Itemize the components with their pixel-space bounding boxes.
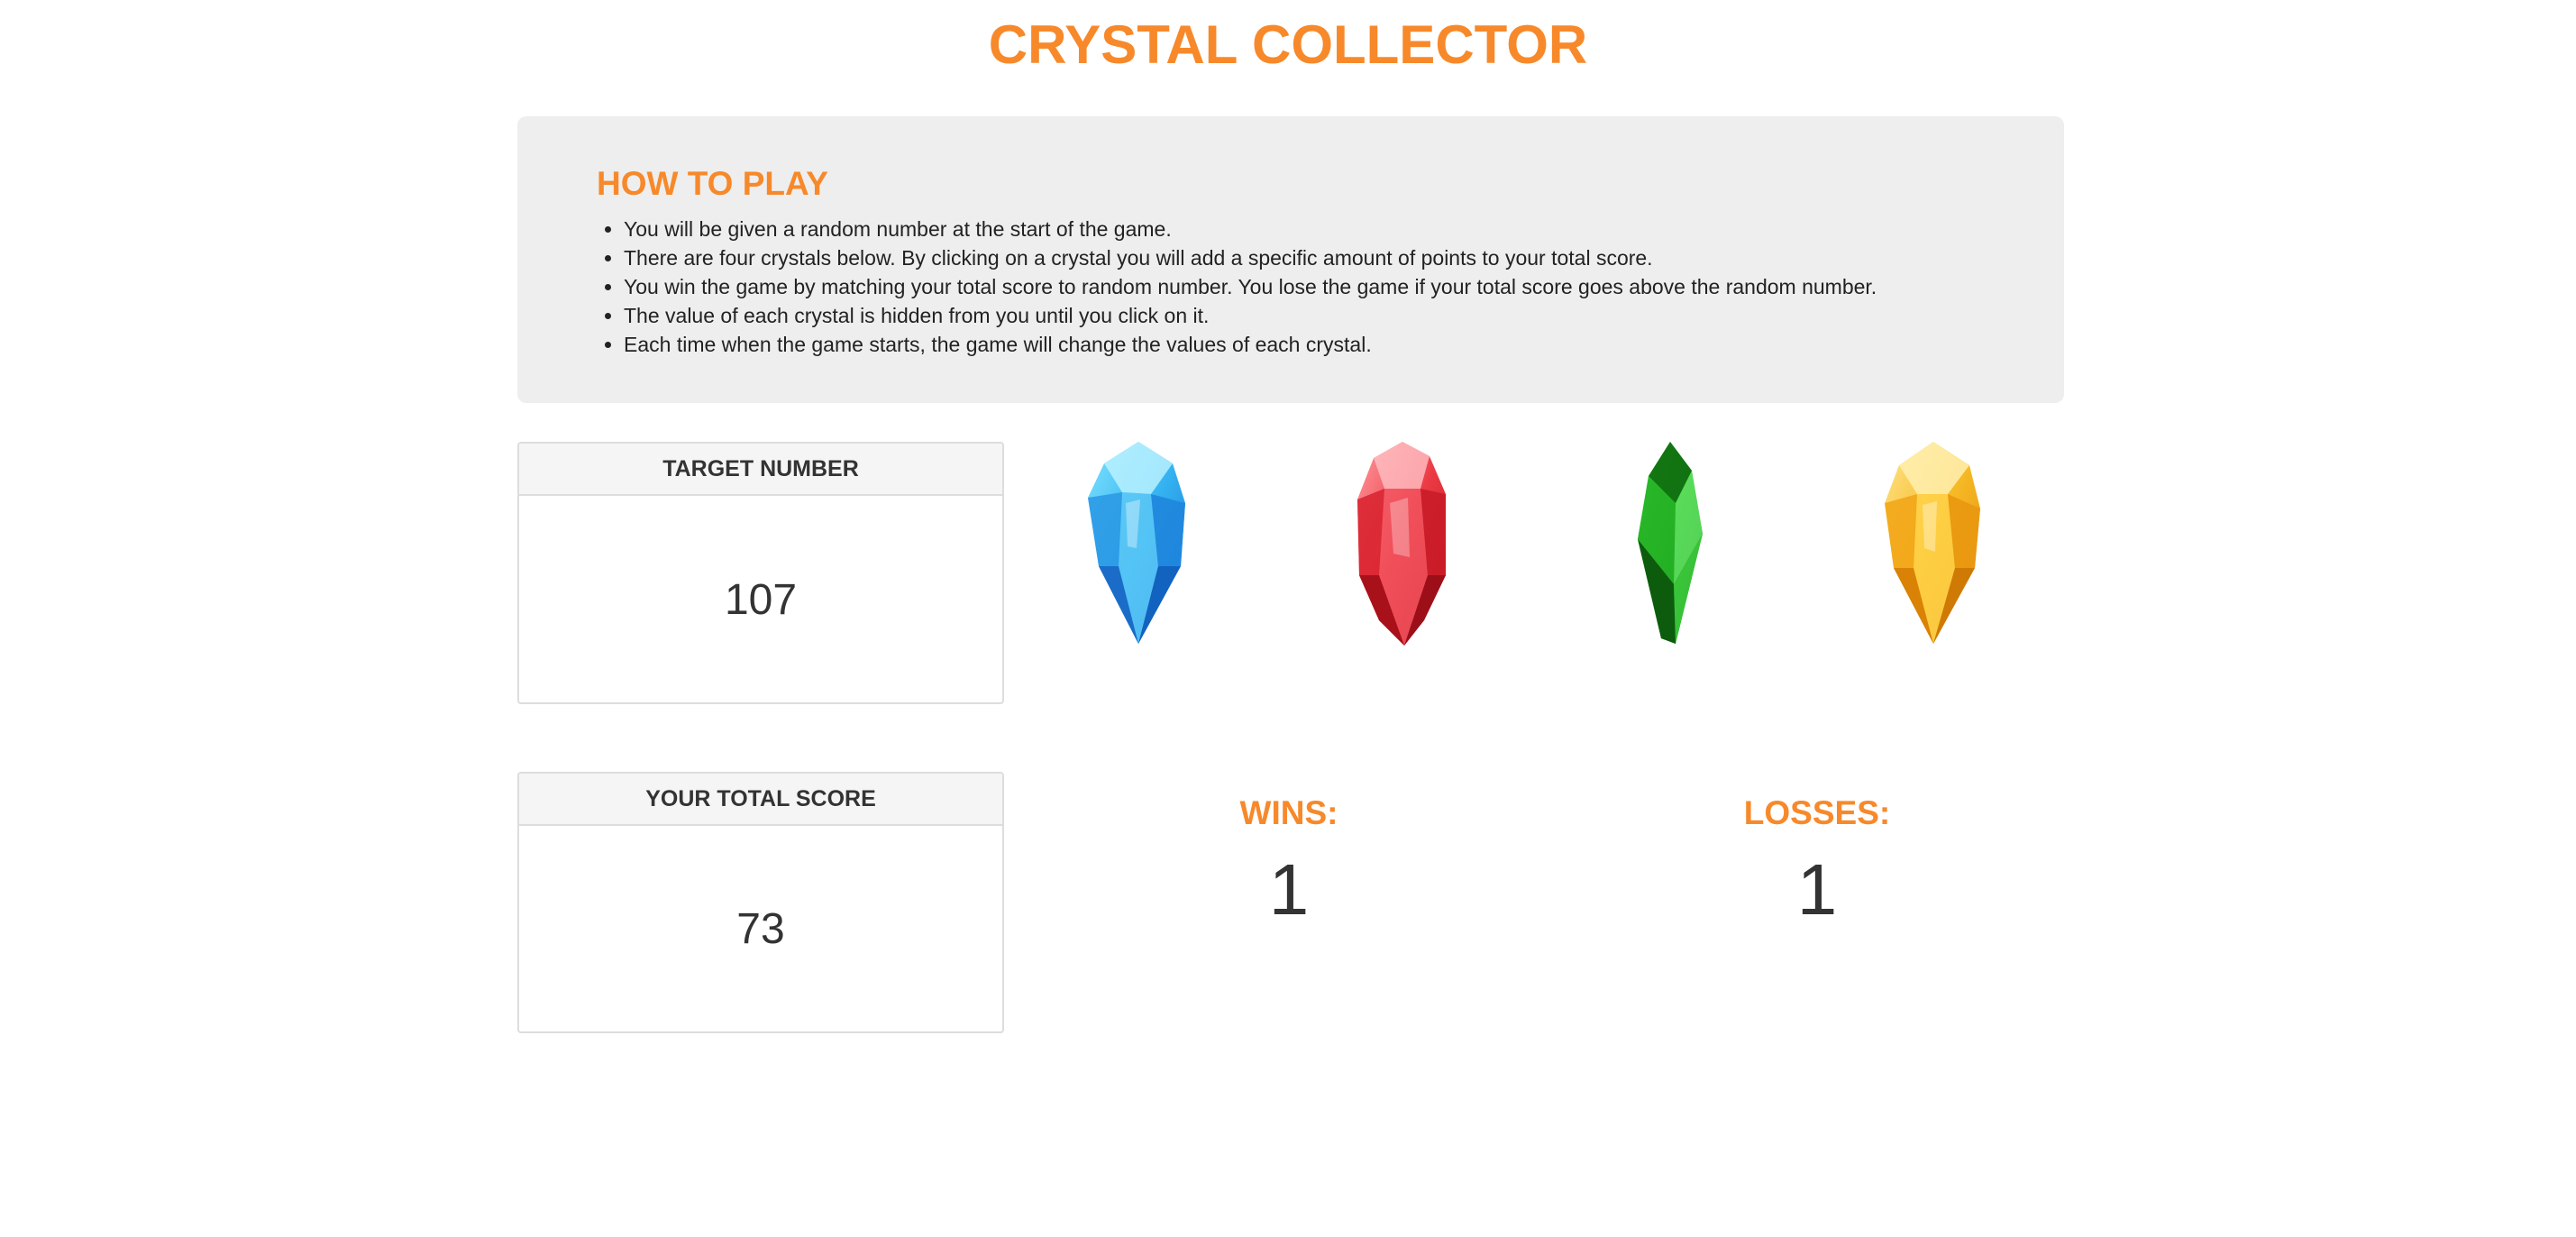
target-number-label: TARGET NUMBER [519,444,1002,496]
losses-stat: LOSSES: 1 [1682,793,1952,930]
wins-stat: WINS: 1 [1154,793,1424,930]
rule-item: The value of each crystal is hidden from… [624,301,1985,330]
blue-crystal-button[interactable] [1086,440,1203,647]
yellow-crystal-icon [1885,442,1980,644]
red-crystal-icon [1357,442,1446,646]
rule-item: You will be given a random number at the… [624,215,1985,243]
wins-label: WINS: [1239,794,1338,831]
game-title: CRYSTAL COLLECTOR [988,14,1588,75]
green-crystal-button[interactable] [1616,440,1733,647]
rule-item: You win the game by matching your total … [624,272,1985,301]
rules-list: You will be given a random number at the… [597,215,1985,359]
blue-crystal-icon [1088,442,1185,644]
rule-item: Each time when the game starts, the game… [624,330,1985,359]
rule-item: There are four crystals below. By clicki… [624,243,1985,272]
yellow-crystal-button[interactable] [1881,440,1998,647]
losses-value: 1 [1796,849,1838,930]
how-to-play-heading: HOW TO PLAY [597,165,828,202]
total-score-label: YOUR TOTAL SCORE [519,774,1002,826]
green-crystal-icon [1638,442,1703,644]
losses-label: LOSSES: [1743,794,1891,831]
how-to-play-box: HOW TO PLAY You will be given a random n… [517,116,2064,403]
total-score-value: 73 [736,905,785,953]
target-number-value: 107 [724,576,798,624]
target-number-panel: TARGET NUMBER 107 [517,442,1004,704]
total-score-panel: YOUR TOTAL SCORE 73 [517,772,1004,1033]
red-crystal-button[interactable] [1352,440,1469,647]
wins-value: 1 [1268,849,1310,930]
